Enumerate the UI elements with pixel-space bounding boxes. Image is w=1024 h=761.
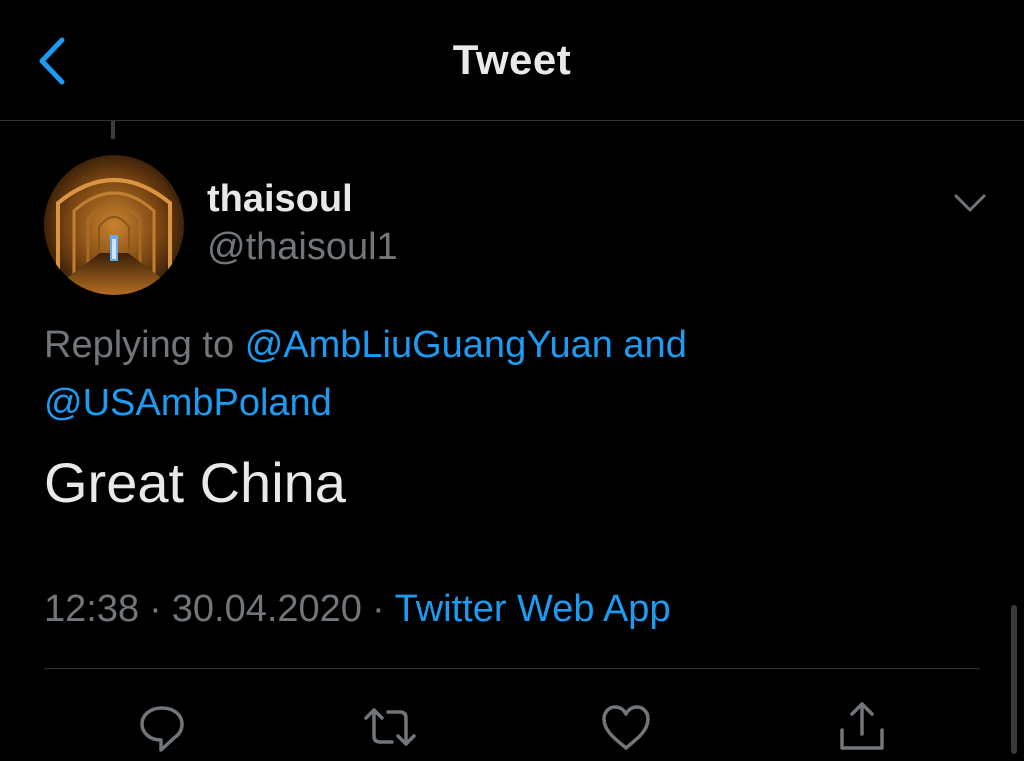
meta-separator: ·: [149, 588, 162, 630]
avatar-photo: [44, 155, 184, 295]
tweet-metadata: 12:38 · 30.04.2020 · Twitter Web App: [44, 588, 671, 631]
replying-to-line: Replying to @AmbLiuGuangYuan and @USAmbP…: [44, 316, 1004, 432]
avatar[interactable]: [44, 155, 184, 295]
retweet-button[interactable]: [362, 700, 418, 756]
header-bar: Tweet: [0, 0, 1024, 121]
thread-connector: [111, 121, 115, 139]
reply-icon: [140, 706, 184, 752]
share-button[interactable]: [834, 700, 890, 756]
mention-link-usambpoland[interactable]: @USAmbPoland: [44, 382, 332, 424]
like-icon: [602, 705, 650, 750]
author-handle[interactable]: @thaisoul1: [207, 226, 398, 269]
tweet-menu-button[interactable]: [950, 188, 990, 216]
divider: [44, 668, 980, 669]
page-title: Tweet: [452, 36, 572, 83]
replying-to-joiner[interactable]: and: [623, 324, 686, 366]
retweet-icon: [364, 708, 416, 746]
share-icon: [840, 702, 884, 750]
scrollbar[interactable]: [1011, 605, 1017, 754]
chevron-down-icon: [954, 194, 986, 212]
reply-button[interactable]: [134, 700, 190, 756]
author-display-name[interactable]: thaisoul: [207, 178, 353, 221]
tweet-date: 30.04.2020: [171, 588, 362, 630]
mention-link-ambliuguangyuan[interactable]: @AmbLiuGuangYuan: [245, 324, 613, 366]
tweet-source-link[interactable]: Twitter Web App: [395, 588, 671, 630]
meta-separator: ·: [371, 588, 385, 630]
tweet-text: Great China: [44, 451, 346, 514]
tweet-time: 12:38: [44, 588, 140, 630]
replying-to-label: Replying to: [44, 324, 235, 366]
like-button[interactable]: [598, 700, 654, 756]
